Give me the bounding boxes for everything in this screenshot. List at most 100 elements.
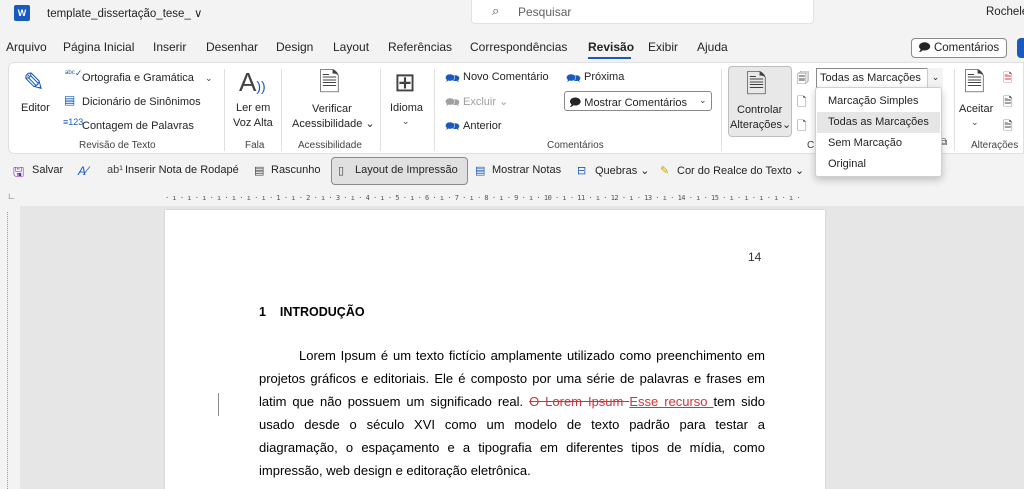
chevron-down-icon: ⌄ bbox=[499, 96, 509, 108]
chevron-down-icon[interactable]: ⌄ bbox=[205, 73, 213, 84]
comments-button[interactable]: 🗩 Comentários bbox=[911, 38, 1007, 58]
deleted-text[interactable]: O Lorem Ipsum bbox=[529, 394, 629, 409]
chevron-down-icon: ⌄ bbox=[640, 165, 650, 177]
group-label-changes: Alterações bbox=[971, 140, 1019, 151]
tab-correspondencias[interactable]: Correspondências bbox=[470, 40, 567, 54]
thesaurus-icon: ▤ bbox=[64, 93, 76, 107]
language-globe-icon: ⊞ bbox=[394, 67, 416, 97]
print-layout-button[interactable]: ▯ Layout de Impressão bbox=[331, 157, 468, 185]
paragraph-text: tem sido bbox=[713, 394, 765, 409]
track-changes-label-2: Alterações⌄ bbox=[730, 119, 792, 131]
breaks-button[interactable]: Quebras ⌄ bbox=[595, 164, 649, 177]
markup-option-all[interactable]: Todas as Marcações bbox=[817, 112, 940, 133]
tab-revisao[interactable]: Revisão bbox=[588, 40, 634, 54]
save-button[interactable]: Salvar bbox=[32, 164, 63, 176]
show-comments-button[interactable]: 🗩 Mostrar Comentários ⌄ bbox=[564, 91, 712, 111]
markup-select-value: Todas as Marcações bbox=[820, 72, 921, 84]
footnote-icon: ab¹ bbox=[107, 164, 123, 176]
print-layout-label: Layout de Impressão bbox=[355, 164, 458, 176]
search-icon: ⌕ bbox=[492, 3, 500, 18]
read-aloud-label-2[interactable]: Voz Alta bbox=[233, 117, 273, 129]
language-button[interactable]: Idioma bbox=[390, 102, 423, 114]
tab-selector-icon[interactable]: ∟ bbox=[7, 191, 16, 201]
markup-option-simple[interactable]: Marcação Simples bbox=[817, 91, 940, 112]
previous-comment-icon: 🗪 bbox=[445, 119, 460, 133]
show-notes-button[interactable]: Mostrar Notas bbox=[492, 164, 561, 176]
change-bar bbox=[218, 393, 219, 416]
chevron-down-icon: ⌄ bbox=[365, 118, 375, 130]
previous-comment-button[interactable]: Anterior bbox=[463, 120, 502, 132]
tab-ajuda[interactable]: Ajuda bbox=[697, 40, 728, 54]
track-changes-label-1: Controlar bbox=[737, 104, 783, 116]
group-separator bbox=[380, 69, 381, 151]
group-label-tracking: C bbox=[807, 140, 815, 151]
chevron-down-icon[interactable]: ⌄ bbox=[927, 68, 943, 88]
check-accessibility-label-1[interactable]: Verificar bbox=[312, 103, 352, 115]
read-aloud-icon: A)) bbox=[239, 67, 266, 97]
new-comment-button[interactable]: Novo Comentário bbox=[463, 71, 549, 83]
tab-design[interactable]: Design bbox=[276, 40, 313, 54]
heading-number: 1 bbox=[259, 305, 266, 319]
thesaurus-button[interactable]: Dicionário de Sinônimos bbox=[82, 96, 201, 108]
chevron-down-icon: ⌄ bbox=[794, 165, 805, 177]
chevron-down-icon[interactable]: ⌄ bbox=[402, 116, 410, 127]
editor-button[interactable]: Editor bbox=[21, 102, 50, 114]
breaks-icon: ⊟ bbox=[577, 165, 587, 177]
group-separator bbox=[954, 69, 955, 151]
reject-change-icon[interactable]: 🗎 bbox=[1003, 69, 1013, 90]
insert-footnote-button[interactable]: Inserir Nota de Rodapé bbox=[125, 164, 239, 176]
highlight-color-button[interactable]: Cor do Realce do Texto ⌄ bbox=[677, 164, 804, 177]
inserted-text[interactable]: Esse recurso bbox=[629, 394, 713, 409]
tab-layout[interactable]: Layout bbox=[333, 40, 369, 54]
next-change-icon[interactable]: 🗎 bbox=[1003, 117, 1013, 138]
new-comment-icon: 🗪 bbox=[445, 71, 460, 85]
chevron-down-icon[interactable]: ⌄ bbox=[971, 117, 979, 128]
draft-view-button[interactable]: Rascunho bbox=[271, 164, 321, 176]
document-page[interactable]: 14 1 INTRODUÇÃO Lorem Ipsum é um texto f… bbox=[165, 210, 825, 489]
track-changes-button[interactable]: 🗎 Controlar Alterações⌄ bbox=[728, 66, 792, 137]
delete-comment-icon: 🗪 bbox=[445, 95, 460, 109]
next-comment-button[interactable]: Próxima bbox=[584, 71, 624, 83]
comments-button-label: Comentários bbox=[933, 42, 1000, 54]
paragraph-line[interactable]: usado desde o século XVI como um modelo … bbox=[259, 417, 765, 432]
horizontal-ruler[interactable]: ∟ · ı · ı · ı · ı · ı · ı · ı · 1 · ı · … bbox=[0, 190, 1024, 206]
word-count-icon: ≡123 bbox=[63, 117, 84, 127]
user-name[interactable]: Rochele bbox=[986, 6, 1024, 18]
previous-change-icon[interactable]: 🗎 bbox=[1003, 93, 1013, 114]
word-count-button[interactable]: Contagem de Palavras bbox=[82, 120, 194, 132]
tab-pagina-inicial[interactable]: Página Inicial bbox=[63, 40, 134, 54]
spelling-grammar-button[interactable]: Ortografia e Gramática bbox=[82, 72, 194, 84]
share-button[interactable] bbox=[1017, 38, 1024, 58]
read-aloud-label-1[interactable]: Ler em bbox=[236, 102, 270, 114]
tab-desenhar[interactable]: Desenhar bbox=[206, 40, 258, 54]
markup-option-original[interactable]: Original bbox=[817, 154, 940, 175]
tab-exibir[interactable]: Exibir bbox=[648, 40, 678, 54]
vertical-ruler[interactable] bbox=[0, 206, 20, 489]
highlight-icon: ✎ bbox=[660, 165, 670, 177]
search-box[interactable]: ⌕ Pesquisar bbox=[471, 0, 814, 24]
markup-display-select[interactable]: Todas as Marcações bbox=[816, 68, 943, 88]
tab-arquivo[interactable]: Arquivo bbox=[6, 40, 47, 54]
document-title[interactable]: template_dissertação_tese_ ∨ bbox=[47, 6, 202, 20]
format-painter-icon[interactable]: A⁄ bbox=[78, 164, 88, 178]
menu-bar: Arquivo Página Inicial Inserir Desenhar … bbox=[0, 36, 1024, 60]
paragraph-line[interactable]: diagramação, o espaçamento e a tipografi… bbox=[259, 440, 765, 455]
tab-referencias[interactable]: Referências bbox=[388, 40, 452, 54]
paragraph-line-tracked[interactable]: latim que não possuem um significado rea… bbox=[259, 394, 765, 409]
paragraph-line[interactable]: impressão, web design e editoração eletr… bbox=[259, 463, 531, 478]
next-comment-icon: 🗪 bbox=[566, 71, 581, 85]
paragraph-line[interactable]: Lorem Ipsum é um texto fictício amplamen… bbox=[299, 348, 765, 363]
paragraph-line[interactable]: projetos gráficos e editoriais. Ele é co… bbox=[259, 371, 765, 386]
group-separator bbox=[281, 69, 282, 151]
section-heading[interactable]: 1 INTRODUÇÃO bbox=[259, 305, 365, 319]
word-app-icon: W bbox=[14, 5, 30, 21]
tab-inserir[interactable]: Inserir bbox=[153, 40, 186, 54]
check-accessibility-label-2[interactable]: Acessibilidade ⌄ bbox=[292, 117, 375, 130]
search-placeholder: Pesquisar bbox=[518, 5, 572, 19]
markup-option-none[interactable]: Sem Marcação bbox=[817, 133, 940, 154]
page-number: 14 bbox=[748, 250, 762, 264]
ruler-scale: · ı · ı · ı · ı · ı · ı · ı · 1 · ı · 2 … bbox=[165, 194, 801, 202]
comment-icon: 🗩 bbox=[918, 42, 934, 54]
accept-button[interactable]: Aceitar bbox=[959, 103, 993, 115]
delete-comment-button[interactable]: Excluir ⌄ bbox=[463, 95, 508, 108]
